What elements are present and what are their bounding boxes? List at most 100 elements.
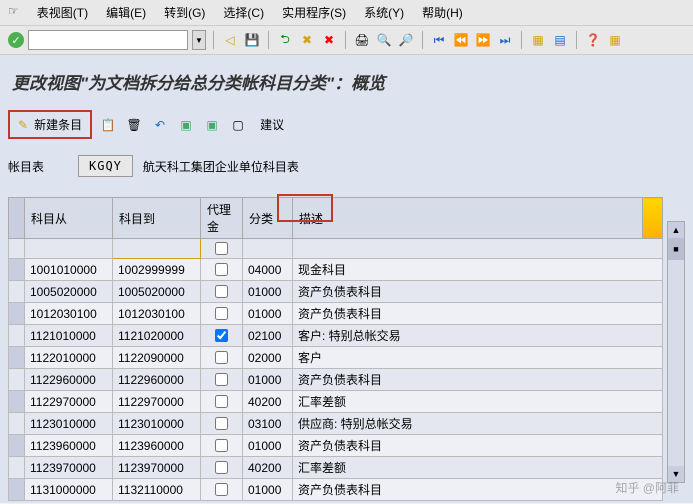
- col-from[interactable]: 科目从: [25, 198, 113, 239]
- row-selector[interactable]: [9, 479, 25, 501]
- undo-icon[interactable]: ↶: [150, 115, 170, 135]
- cell-from[interactable]: 1005020000: [25, 281, 113, 303]
- command-dropdown[interactable]: ▼: [192, 30, 206, 50]
- cell-category[interactable]: 04000: [243, 259, 293, 281]
- commission-checkbox[interactable]: [215, 307, 228, 320]
- table-row[interactable]: 1131000000113211000001000资产负债表科目: [9, 479, 663, 501]
- cell-to[interactable]: 1132110000: [113, 479, 201, 501]
- scroll-thumb[interactable]: ■: [668, 238, 684, 260]
- table-row[interactable]: 1121010000112102000002100客户: 特别总帐交易: [9, 325, 663, 347]
- print-icon[interactable]: 🖨: [353, 31, 371, 49]
- cell-from[interactable]: 1122960000: [25, 369, 113, 391]
- cell-category[interactable]: 40200: [243, 457, 293, 479]
- menu-utilities[interactable]: 实用程序(S): [282, 4, 346, 21]
- cell-category[interactable]: 02000: [243, 347, 293, 369]
- row-selector[interactable]: [9, 281, 25, 303]
- cell-commission[interactable]: [201, 369, 243, 391]
- cell-commission[interactable]: [201, 479, 243, 501]
- col-description[interactable]: 描述: [293, 198, 643, 239]
- row-selector[interactable]: [9, 457, 25, 479]
- cell-to[interactable]: [113, 239, 201, 259]
- cell-from[interactable]: 1123970000: [25, 457, 113, 479]
- prev-icon[interactable]: ⏪: [452, 31, 470, 49]
- cell-description[interactable]: 现金科目: [293, 259, 663, 281]
- cell-category[interactable]: 01000: [243, 435, 293, 457]
- exit-icon[interactable]: ⮌: [276, 31, 294, 49]
- cell-category[interactable]: 01000: [243, 281, 293, 303]
- layout2-icon[interactable]: ▤: [551, 31, 569, 49]
- cell-category[interactable]: 40200: [243, 391, 293, 413]
- table-row[interactable]: [9, 239, 663, 259]
- cell-from[interactable]: 1012030100: [25, 303, 113, 325]
- table-row[interactable]: 1012030100101203010001000资产负债表科目: [9, 303, 663, 325]
- cell-description[interactable]: 资产负债表科目: [293, 435, 663, 457]
- commission-checkbox[interactable]: [215, 242, 228, 255]
- commission-checkbox[interactable]: [215, 285, 228, 298]
- cell-category[interactable]: 01000: [243, 303, 293, 325]
- deselect-icon[interactable]: ▢: [228, 115, 248, 135]
- last-icon[interactable]: ⏭: [496, 31, 514, 49]
- menu-help[interactable]: 帮助(H): [422, 4, 463, 21]
- cell-from[interactable]: 1122970000: [25, 391, 113, 413]
- cell-from[interactable]: 1122010000: [25, 347, 113, 369]
- cancel-icon[interactable]: ✖: [298, 31, 316, 49]
- col-to[interactable]: 科目到: [113, 198, 201, 239]
- cell-description[interactable]: 客户: [293, 347, 663, 369]
- row-selector[interactable]: [9, 435, 25, 457]
- ok-icon[interactable]: ✓: [8, 32, 24, 48]
- row-selector[interactable]: [9, 369, 25, 391]
- new-entry-button[interactable]: ✎ 新建条目: [8, 110, 92, 139]
- commission-checkbox[interactable]: [215, 263, 228, 276]
- commission-checkbox[interactable]: [215, 329, 228, 342]
- cell-description[interactable]: 客户: 特别总帐交易: [293, 325, 663, 347]
- cell-to[interactable]: 1122970000: [113, 391, 201, 413]
- row-selector[interactable]: [9, 239, 25, 259]
- first-icon[interactable]: ⏮: [430, 31, 448, 49]
- cell-description[interactable]: 汇率差额: [293, 457, 663, 479]
- cell-category[interactable]: 01000: [243, 369, 293, 391]
- cell-commission[interactable]: [201, 259, 243, 281]
- menu-system[interactable]: 系统(Y): [364, 4, 404, 21]
- table-row[interactable]: 1005020000100502000001000资产负债表科目: [9, 281, 663, 303]
- copy-icon[interactable]: 📋: [98, 115, 118, 135]
- cell-to[interactable]: 1123970000: [113, 457, 201, 479]
- scroll-up-icon[interactable]: ▲: [668, 222, 684, 238]
- layout1-icon[interactable]: ▦: [529, 31, 547, 49]
- vertical-scrollbar[interactable]: ▲ ■ ▼: [667, 221, 685, 483]
- cell-commission[interactable]: [201, 303, 243, 325]
- back-icon[interactable]: ◁: [221, 31, 239, 49]
- command-input[interactable]: [28, 30, 188, 50]
- col-commission[interactable]: 代理金: [201, 198, 243, 239]
- cell-commission[interactable]: [201, 391, 243, 413]
- cell-from[interactable]: 1123010000: [25, 413, 113, 435]
- row-selector-header[interactable]: [9, 198, 25, 239]
- cell-commission[interactable]: [201, 325, 243, 347]
- table-row[interactable]: 11220100001122090000 02000客户: [9, 347, 663, 369]
- cell-description[interactable]: 资产负债表科目: [293, 479, 663, 501]
- row-selector[interactable]: [9, 413, 25, 435]
- table-row[interactable]: 1123010000112301000003100供应商: 特别总帐交易: [9, 413, 663, 435]
- scroll-track[interactable]: [668, 260, 684, 466]
- cell-from[interactable]: 1001010000: [25, 259, 113, 281]
- find-icon[interactable]: 🔍: [375, 31, 393, 49]
- cell-category[interactable]: 01000: [243, 479, 293, 501]
- cell-description[interactable]: 资产负债表科目: [293, 303, 663, 325]
- col-category[interactable]: 分类: [243, 198, 293, 239]
- row-selector[interactable]: [9, 259, 25, 281]
- row-selector[interactable]: [9, 391, 25, 413]
- cell-from[interactable]: [25, 239, 113, 259]
- cell-to[interactable]: 1122960000: [113, 369, 201, 391]
- commission-checkbox[interactable]: [215, 373, 228, 386]
- commission-checkbox[interactable]: [215, 439, 228, 452]
- next-icon[interactable]: ⏩: [474, 31, 492, 49]
- cell-category[interactable]: 02100: [243, 325, 293, 347]
- menu-edit[interactable]: 编辑(E): [106, 4, 146, 21]
- select-block-icon[interactable]: ▣: [202, 115, 222, 135]
- row-selector[interactable]: [9, 325, 25, 347]
- cell-to[interactable]: 1123010000: [113, 413, 201, 435]
- cell-to[interactable]: 1122090000: [113, 347, 201, 369]
- config-column-icon[interactable]: [643, 198, 663, 239]
- cell-description[interactable]: 供应商: 特别总帐交易: [293, 413, 663, 435]
- commission-checkbox[interactable]: [215, 483, 228, 496]
- row-selector[interactable]: [9, 347, 25, 369]
